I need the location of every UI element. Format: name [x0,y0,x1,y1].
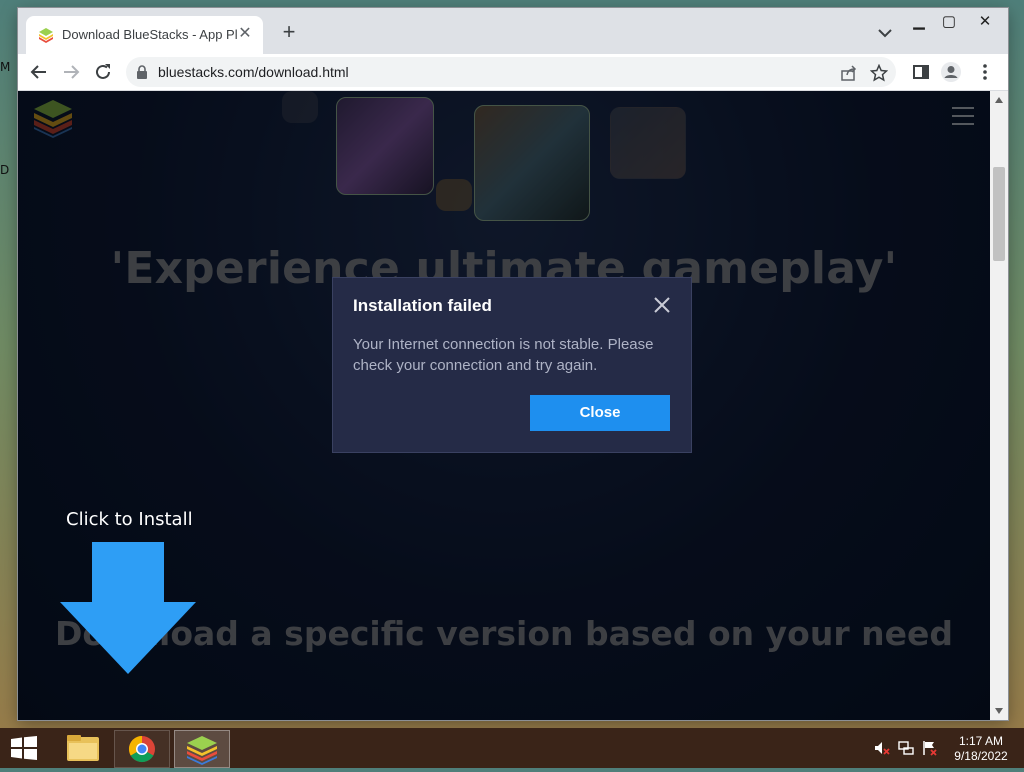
forward-icon[interactable] [60,61,82,83]
clock-date: 9/18/2022 [954,749,1008,763]
clock-time: 1:17 AM [958,734,1004,748]
minimize-icon[interactable]: ▁ [902,10,936,34]
reload-icon[interactable] [92,61,114,83]
bluestacks-favicon-icon [39,28,53,43]
lock-icon[interactable] [136,65,148,79]
dialog-close-icon[interactable] [653,296,671,314]
window-close-icon[interactable]: ✕ [968,10,1002,34]
desktop-edge-label-d: D [0,163,10,177]
chrome-icon [128,735,155,763]
dialog-title: Installation failed [353,296,492,315]
tab-strip: Download BlueStacks - App Player ✕ + ▁ ▢… [18,8,1008,54]
address-bar[interactable]: bluestacks.com/download.html [126,57,896,87]
tab-search-chevron-icon[interactable] [876,26,894,40]
profile-avatar-icon[interactable] [940,61,962,83]
page-viewport: 'Experience ultimate gameplay' Download … [18,91,990,720]
scroll-up-arrow-icon[interactable] [995,97,1003,103]
new-tab-icon[interactable]: + [278,21,300,44]
scroll-thumb[interactable] [993,167,1005,261]
browser-toolbar: bluestacks.com/download.html [18,54,1008,91]
tab-title: Download BlueStacks - App Player [62,27,238,42]
bookmark-star-icon[interactable] [870,64,888,82]
windows-start-icon[interactable] [10,736,38,760]
system-clock[interactable]: 1:17 AM 9/18/2022 [948,734,1014,764]
dialog-close-button[interactable]: Close [530,395,670,431]
url-text[interactable]: bluestacks.com/download.html [158,64,349,80]
menu-kebab-icon[interactable] [974,61,996,83]
tab-close-icon[interactable]: ✕ [235,24,255,44]
folder-icon [67,735,99,761]
browser-window: Download BlueStacks - App Player ✕ + ▁ ▢… [18,8,1008,720]
taskbar-bluestacks[interactable] [174,730,230,768]
scroll-down-arrow-icon[interactable] [995,708,1003,714]
bluestacks-icon [187,736,217,765]
taskbar-chrome[interactable] [114,730,170,768]
taskbar-file-explorer[interactable] [56,730,112,768]
click-to-install-label[interactable]: Click to Install [66,509,193,530]
network-icon[interactable] [898,740,914,756]
desktop-edge-label-m: M [0,60,11,74]
vertical-scrollbar[interactable] [990,91,1008,720]
back-icon[interactable] [28,61,50,83]
action-center-flag-icon[interactable] [922,740,938,756]
share-icon[interactable] [840,64,858,82]
browser-tab[interactable]: Download BlueStacks - App Player ✕ [26,16,263,54]
download-arrow-icon[interactable] [60,542,196,678]
side-panel-icon[interactable] [910,61,932,83]
installation-failed-dialog: Installation failed Your Internet connec… [332,277,692,453]
maximize-icon[interactable]: ▢ [932,10,966,34]
volume-muted-icon[interactable] [874,740,890,756]
taskbar: 1:17 AM 9/18/2022 [0,728,1024,768]
dialog-message: Your Internet connection is not stable. … [353,336,654,374]
